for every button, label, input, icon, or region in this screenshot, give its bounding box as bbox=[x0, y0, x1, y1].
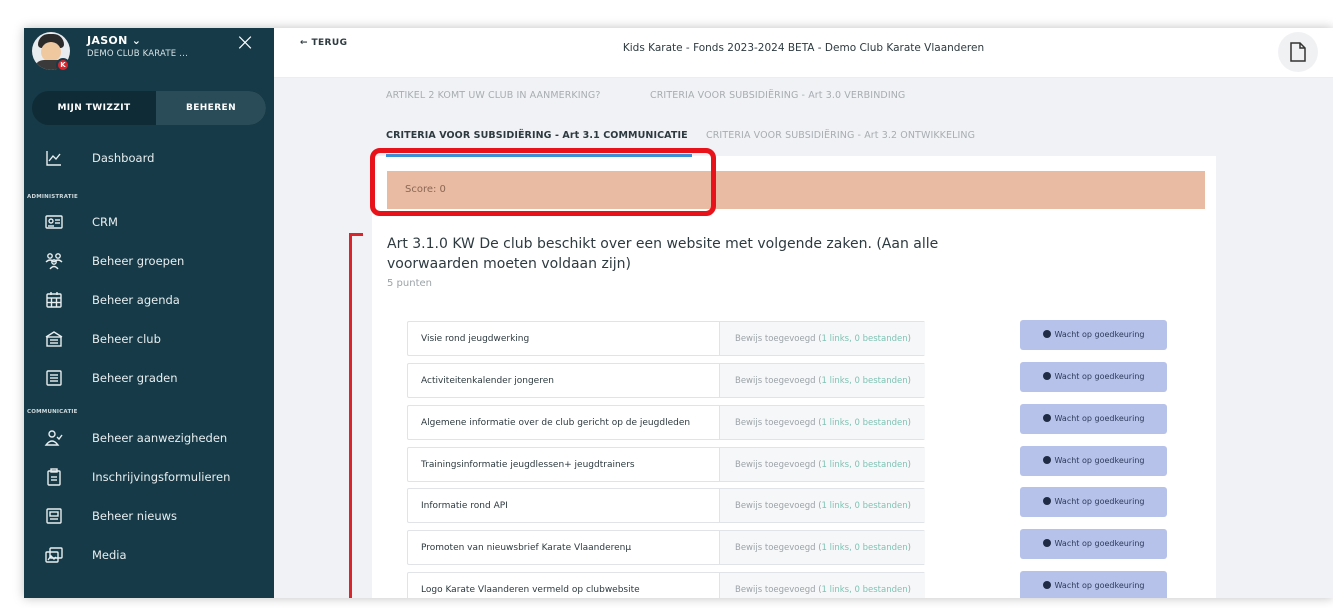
document-icon bbox=[1290, 42, 1306, 62]
list-icon bbox=[44, 368, 64, 388]
clock-icon bbox=[1042, 414, 1051, 422]
highlight-box bbox=[370, 148, 716, 216]
status-button[interactable]: Wacht op goedkeuring bbox=[1020, 362, 1167, 392]
sidebar-item-label: Dashboard bbox=[92, 151, 155, 165]
annotation-line bbox=[349, 233, 352, 598]
question-title: Art 3.1.0 KW De club beschikt over een w… bbox=[387, 236, 939, 272]
sidebar-item-media[interactable]: Media bbox=[24, 541, 274, 571]
criteria-name: Logo Karate Vlaanderen vermeld op clubwe… bbox=[421, 585, 640, 595]
criteria-row[interactable]: Visie rond jeugdwerking Bewijs toegevoeg… bbox=[407, 321, 925, 356]
evidence-status[interactable]: Bewijs toegevoegd (1 links, 0 bestanden) bbox=[719, 531, 925, 564]
evidence-status[interactable]: Bewijs toegevoegd (1 links, 0 bestanden) bbox=[719, 406, 925, 439]
app-window: K JASON ⌄ DEMO CLUB KARATE ... × MIJN TW… bbox=[24, 28, 1333, 598]
user-name[interactable]: JASON ⌄ bbox=[87, 34, 141, 47]
sidebar-item-beheer-graden[interactable]: Beheer graden bbox=[24, 364, 274, 394]
id-card-icon bbox=[44, 212, 64, 232]
image-icon bbox=[44, 545, 64, 565]
close-icon[interactable]: × bbox=[234, 30, 256, 54]
sidebar-item-label: Beheer aanwezigheden bbox=[92, 431, 228, 445]
criteria-name: Promoten van nieuwsbrief Karate Vlaander… bbox=[421, 543, 632, 553]
section-administratie: ADMINISTRATIE bbox=[27, 194, 78, 200]
clock-icon bbox=[1042, 497, 1051, 505]
criteria-name: Visie rond jeugdwerking bbox=[421, 334, 530, 344]
sidebar-item-label: Beheer agenda bbox=[92, 293, 180, 307]
user-check-icon bbox=[44, 428, 64, 448]
status-button[interactable]: Wacht op goedkeuring bbox=[1020, 320, 1167, 350]
section-communicatie: COMMUNICATIE bbox=[27, 409, 78, 415]
sidebar-item-label: Beheer groepen bbox=[92, 254, 185, 268]
tab-art-3-1[interactable]: CRITERIA VOOR SUBSIDIËRING - Art 3.1 COM… bbox=[386, 130, 688, 141]
users-icon bbox=[44, 251, 64, 271]
sidebar-item-beheer-aanwezigheden[interactable]: Beheer aanwezigheden bbox=[24, 424, 274, 454]
criteria-row[interactable]: Algemene informatie over de club gericht… bbox=[407, 405, 925, 440]
criteria-name: Informatie rond API bbox=[421, 501, 508, 511]
sidebar-item-inschrijvingsformulieren[interactable]: Inschrijvingsformulieren bbox=[24, 463, 274, 493]
clock-icon bbox=[1042, 456, 1051, 464]
calendar-icon bbox=[44, 290, 64, 310]
sidebar-item-beheer-agenda[interactable]: Beheer agenda bbox=[24, 286, 274, 316]
sidebar-item-crm[interactable]: CRM bbox=[24, 208, 274, 238]
clock-icon bbox=[1042, 372, 1051, 380]
status-button[interactable]: Wacht op goedkeuring bbox=[1020, 529, 1167, 559]
criteria-name: Trainingsinformatie jeugdlessen+ jeugdtr… bbox=[421, 460, 635, 470]
building-icon bbox=[44, 329, 64, 349]
sidebar-item-label: Beheer club bbox=[92, 332, 161, 346]
criteria-row[interactable]: Promoten van nieuwsbrief Karate Vlaander… bbox=[407, 530, 925, 565]
evidence-status[interactable]: Bewijs toegevoegd (1 links, 0 bestanden) bbox=[719, 573, 925, 598]
criteria-row[interactable]: Trainingsinformatie jeugdlessen+ jeugdtr… bbox=[407, 447, 925, 482]
top-bar: ← TERUG Kids Karate - Fonds 2023-2024 BE… bbox=[274, 28, 1333, 78]
sidebar-item-label: Beheer nieuws bbox=[92, 509, 178, 523]
tab-art-3-0[interactable]: CRITERIA VOOR SUBSIDIËRING - Art 3.0 VER… bbox=[650, 90, 905, 101]
tab-artikel-2[interactable]: ARTIKEL 2 KOMT UW CLUB IN AANMERKING? bbox=[386, 90, 600, 101]
sidebar-item-label: Inschrijvingsformulieren bbox=[92, 470, 231, 484]
sidebar-item-beheer-club[interactable]: Beheer club bbox=[24, 325, 274, 355]
annotation-line bbox=[349, 233, 363, 236]
evidence-status[interactable]: Bewijs toegevoegd (1 links, 0 bestanden) bbox=[719, 448, 925, 481]
toggle-beheren[interactable]: BEHEREN bbox=[156, 91, 266, 125]
toggle-mijn-twizzit[interactable]: MIJN TWIZZIT bbox=[32, 91, 156, 125]
sidebar-item-label: Media bbox=[92, 548, 127, 562]
sidebar-item-dashboard[interactable]: Dashboard bbox=[24, 144, 274, 174]
tab-art-3-2[interactable]: CRITERIA VOOR SUBSIDIËRING - Art 3.2 ONT… bbox=[706, 130, 975, 141]
criteria-row[interactable]: Informatie rond API Bewijs toegevoegd (1… bbox=[407, 488, 925, 523]
status-button[interactable]: Wacht op goedkeuring bbox=[1020, 446, 1167, 476]
sidebar-item-label: CRM bbox=[92, 215, 118, 229]
criteria-row[interactable]: Activiteitenkalender jongeren Bewijs toe… bbox=[407, 363, 925, 398]
clock-icon bbox=[1042, 330, 1051, 338]
status-button[interactable]: Wacht op goedkeuring bbox=[1020, 487, 1167, 517]
page-title: Kids Karate - Fonds 2023-2024 BETA - Dem… bbox=[622, 42, 985, 54]
user-header: K JASON ⌄ DEMO CLUB KARATE ... × bbox=[24, 28, 274, 80]
sidebar-item-beheer-nieuws[interactable]: Beheer nieuws bbox=[24, 502, 274, 532]
newspaper-icon bbox=[44, 506, 64, 526]
user-club[interactable]: DEMO CLUB KARATE ... bbox=[87, 49, 188, 59]
mode-toggle: MIJN TWIZZIT BEHEREN bbox=[32, 91, 266, 125]
criteria-name: Activiteitenkalender jongeren bbox=[421, 376, 554, 386]
document-button[interactable] bbox=[1278, 32, 1318, 72]
evidence-status[interactable]: Bewijs toegevoegd (1 links, 0 bestanden) bbox=[719, 364, 925, 397]
sidebar-item-beheer-groepen[interactable]: Beheer groepen bbox=[24, 247, 274, 277]
chart-line-icon bbox=[44, 148, 64, 168]
club-badge-icon: K bbox=[56, 58, 70, 72]
clock-icon bbox=[1042, 581, 1051, 589]
sidebar-item-label: Beheer graden bbox=[92, 371, 178, 385]
sidebar: K JASON ⌄ DEMO CLUB KARATE ... × MIJN TW… bbox=[24, 28, 274, 598]
status-button[interactable]: Wacht op goedkeuring bbox=[1020, 571, 1167, 598]
criteria-name: Algemene informatie over de club gericht… bbox=[421, 418, 691, 428]
evidence-status[interactable]: Bewijs toegevoegd (1 links, 0 bestanden) bbox=[719, 489, 925, 522]
clipboard-icon bbox=[44, 467, 64, 487]
status-button[interactable]: Wacht op goedkeuring bbox=[1020, 404, 1167, 434]
criteria-row[interactable]: Logo Karate Vlaanderen vermeld op clubwe… bbox=[407, 572, 925, 598]
evidence-status[interactable]: Bewijs toegevoegd (1 links, 0 bestanden) bbox=[719, 322, 925, 355]
question-points: 5 punten bbox=[387, 278, 432, 289]
clock-icon bbox=[1042, 539, 1051, 547]
